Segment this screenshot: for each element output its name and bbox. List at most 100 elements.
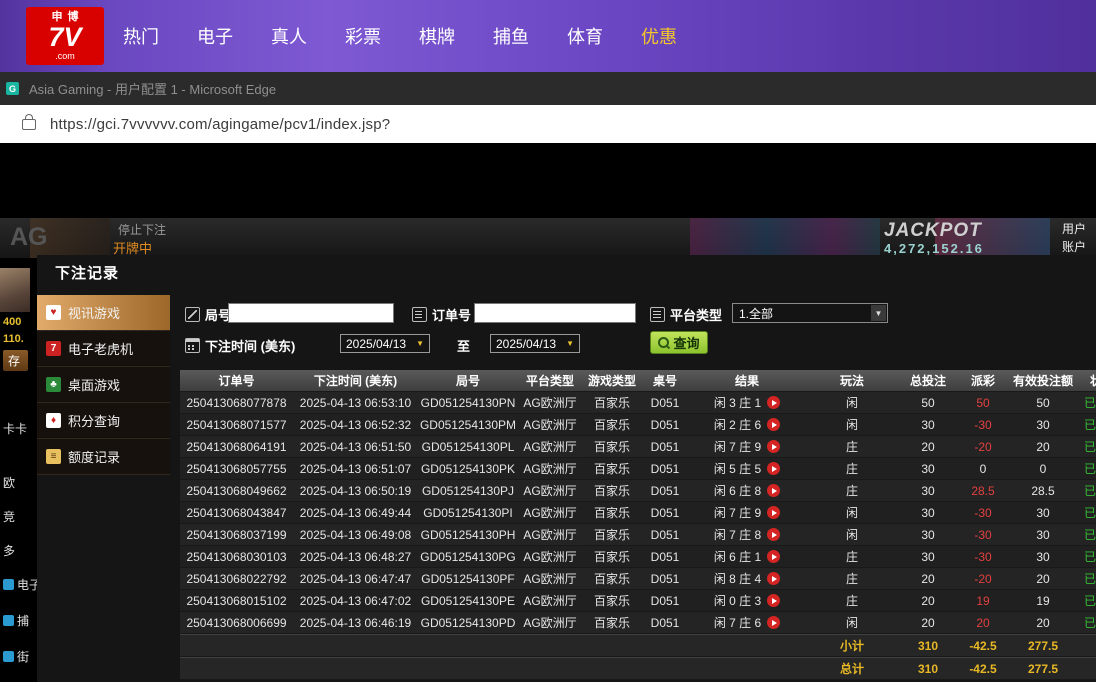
cell-play: 庄	[845, 484, 858, 498]
cell-time: 2025-04-13 06:51:50	[299, 439, 412, 454]
bet-time-label: 下注时间 (美东)	[185, 336, 295, 355]
platform-label: 平台类型	[650, 305, 722, 324]
cell-result: 闲 0 庄 3	[688, 592, 806, 609]
col-header-result: 结果	[734, 374, 759, 388]
replay-button[interactable]	[767, 418, 781, 431]
cell-result: 闲 7 庄 8	[688, 526, 806, 543]
table-row: 250413068043847 2025-04-13 06:49:44 GD0512…	[180, 502, 1096, 524]
menu-item-2[interactable]: 7 电子老虎机	[37, 331, 170, 367]
table-row: 250413068071577 2025-04-13 06:52:32 GD0512…	[180, 414, 1096, 436]
cell-play: 闲	[845, 396, 858, 410]
logo-text-com: .com	[55, 50, 75, 61]
cell-payout: -30	[974, 549, 992, 564]
nav-item-2[interactable]: 电子	[178, 23, 252, 49]
replay-button[interactable]	[767, 506, 781, 519]
date-to-select[interactable]: 2025/04/13 ▼	[490, 334, 580, 353]
list-icon	[650, 307, 665, 322]
ledger-icon: ≡	[46, 449, 61, 464]
cell-status: 已派彩	[1083, 506, 1096, 520]
nav-item-8[interactable]: 优惠	[622, 23, 696, 49]
nav-item-5[interactable]: 棋牌	[400, 23, 474, 49]
cell-payout: -30	[974, 417, 992, 432]
lock-icon	[22, 113, 36, 130]
menu-item-5[interactable]: ≡ 额度记录	[37, 439, 170, 475]
replay-button[interactable]	[767, 616, 781, 629]
platform-select-value: 1.全部	[739, 306, 774, 321]
cell-time: 2025-04-13 06:53:10	[299, 395, 412, 410]
cell-bet: 30	[921, 483, 935, 498]
cell-status: 已派彩	[1083, 440, 1096, 454]
cell-table: D051	[650, 395, 680, 410]
cell-result: 闲 7 庄 9	[688, 438, 806, 455]
col-header-game: 游戏类型	[587, 374, 636, 388]
cell-table: D051	[650, 461, 680, 476]
replay-button[interactable]	[767, 594, 781, 607]
left-edge-item: 110.	[3, 333, 24, 345]
replay-button[interactable]	[767, 484, 781, 497]
replay-button[interactable]	[767, 528, 781, 541]
search-button[interactable]: 查询	[650, 331, 708, 354]
cell-table: D051	[650, 483, 680, 498]
menu-item-label: 额度记录	[68, 450, 121, 465]
platform-select[interactable]: 1.全部 ▼	[732, 303, 888, 323]
cell-play: 庄	[845, 594, 858, 608]
replay-button[interactable]	[767, 550, 781, 563]
cell-round: GD051254130PG	[420, 549, 516, 564]
replay-button[interactable]	[767, 462, 781, 475]
menu-item-3[interactable]: ♣ 桌面游戏	[37, 367, 170, 403]
url-text[interactable]: https://gci.7vvvvvv.com/agingame/pcv1/in…	[50, 116, 390, 133]
pencil-icon	[185, 307, 200, 322]
left-edge-item: 欧	[3, 476, 16, 490]
cell-order: 250413068015102	[186, 593, 287, 608]
left-edge-item: 电子	[3, 576, 40, 593]
nav-item-3[interactable]: 真人	[252, 23, 326, 49]
replay-button[interactable]	[767, 440, 781, 453]
cell-time: 2025-04-13 06:49:44	[299, 505, 412, 520]
cell-round: GD051254130PE	[420, 593, 516, 608]
cell-status: 已派彩	[1083, 550, 1096, 564]
cell-payout: -20	[974, 439, 992, 454]
nav-item-4[interactable]: 彩票	[326, 23, 400, 49]
browser-urlbar[interactable]: https://gci.7vvvvvv.com/agingame/pcv1/in…	[0, 105, 1096, 143]
nav-item-1[interactable]: 热门	[104, 23, 178, 49]
cell-round: GD051254130PD	[420, 615, 516, 630]
replay-button[interactable]	[767, 572, 781, 585]
search-button-label: 查询	[673, 336, 700, 351]
table-row: 250413068037199 2025-04-13 06:49:08 GD0512…	[180, 524, 1096, 546]
cell-game: 百家乐	[593, 572, 630, 586]
cell-play: 庄	[845, 440, 858, 454]
cell-game: 百家乐	[593, 550, 630, 564]
cell-play: 庄	[845, 572, 858, 586]
cell-order: 250413068043847	[186, 505, 287, 520]
cell-round: GD051254130PK	[420, 461, 516, 476]
cell-play: 闲	[845, 616, 858, 630]
cell-bet: 20	[921, 615, 935, 630]
cell-bet: 30	[921, 549, 935, 564]
col-header-payout: 派彩	[970, 374, 995, 388]
subtotal-row: 小计 310 -42.5 277.5	[180, 634, 1096, 657]
round-input[interactable]	[228, 303, 394, 323]
cell-game: 百家乐	[593, 396, 630, 410]
cell-time: 2025-04-13 06:46:19	[299, 615, 412, 630]
date-from-select[interactable]: 2025/04/13 ▼	[340, 334, 430, 353]
menu-item-4[interactable]: ♦ 积分查询	[37, 403, 170, 439]
cell-payout: -20	[974, 571, 992, 586]
cell-result: 闲 7 庄 6	[688, 614, 806, 631]
order-input[interactable]	[474, 303, 636, 323]
left-edge-fragments: 400 110. 存卡卡欧竞多电子捕街	[0, 143, 40, 682]
cell-valid: 50	[1036, 395, 1050, 410]
cell-bet: 30	[921, 417, 935, 432]
menu-item-label: 电子老虎机	[68, 342, 134, 357]
nav-item-7[interactable]: 体育	[548, 23, 622, 49]
site-logo[interactable]: 申博 7V .com	[26, 7, 104, 65]
nav-item-6[interactable]: 捕鱼	[474, 23, 548, 49]
replay-button[interactable]	[767, 396, 781, 409]
menu-item-1[interactable]: ♥ 视讯游戏	[37, 295, 170, 331]
cell-bet: 20	[921, 593, 935, 608]
cell-round: GD051254130PI	[423, 505, 513, 520]
bet-table: 订单号 下注时间 (美东) 局号 平台类型游戏类型 桌号 结果 玩法 总投注 派彩 有效投注额 状态…	[180, 370, 1096, 680]
category-icon	[3, 615, 14, 626]
cell-result: 闲 7 庄 9	[688, 504, 806, 521]
date-to-value: 2025/04/13	[496, 336, 557, 351]
cell-time: 2025-04-13 06:52:32	[299, 417, 412, 432]
